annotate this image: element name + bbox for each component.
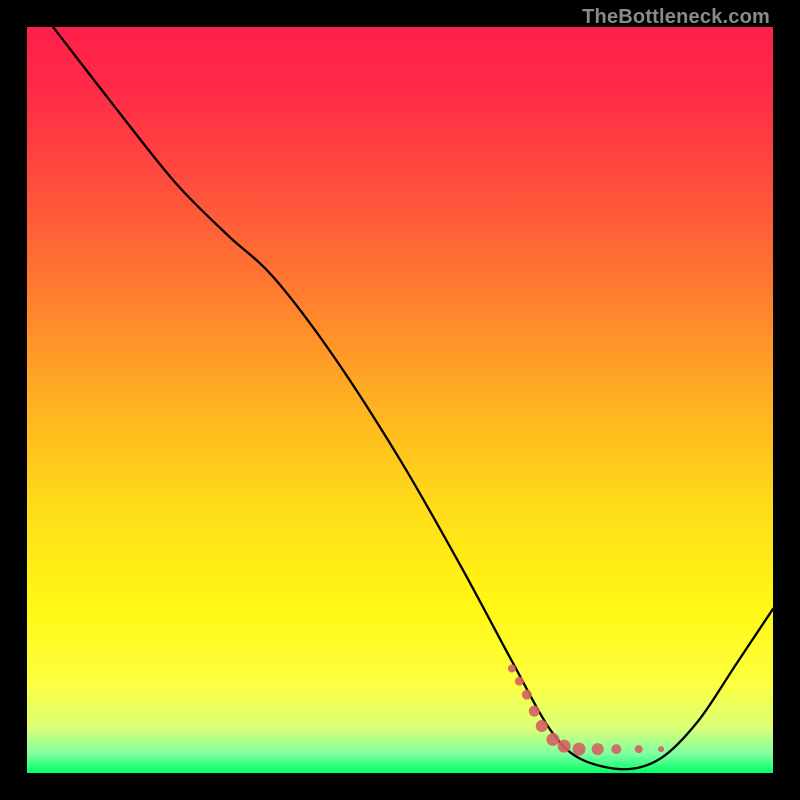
line-layer bbox=[27, 27, 773, 773]
plot-area bbox=[27, 27, 773, 773]
chart-container: TheBottleneck.com bbox=[0, 0, 800, 800]
watermark: TheBottleneck.com bbox=[582, 6, 770, 29]
bottleneck-curve bbox=[53, 27, 773, 769]
marker-trail bbox=[508, 665, 664, 756]
